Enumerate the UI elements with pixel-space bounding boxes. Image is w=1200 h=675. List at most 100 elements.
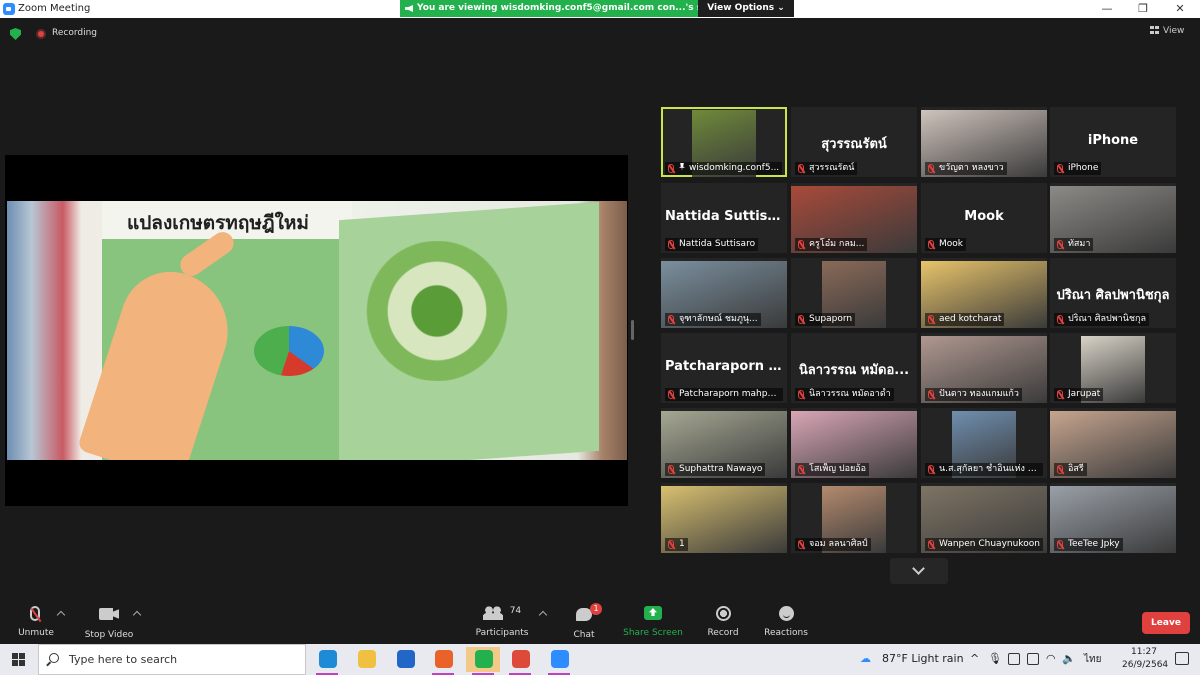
line-taskbar-button[interactable] [466,647,500,675]
muted-mic-icon [668,315,674,324]
gallery-next-page-button[interactable] [890,558,948,584]
participant-tile[interactable]: ปริณา ศิลปพานิชกุล ปริณา ศิลปพานิชกุล [1050,258,1176,328]
display-icon[interactable] [1027,653,1039,665]
share-screen-button[interactable]: Share Screen [621,606,685,638]
participant-name: Patcharaporn mahprasit [679,389,783,399]
microphone-tray-icon[interactable]: 🎙 [988,652,1002,665]
share-screen-icon [644,606,662,620]
participant-name-label: Nattida Suttisaro [665,238,759,251]
stop-video-label: Stop Video [84,630,134,640]
participant-tile[interactable]: ทัสมา [1050,183,1176,253]
muted-mic-icon [668,465,674,474]
participant-tile[interactable]: Wanpen Chuaynukoon [921,483,1047,553]
participant-name: ครูโอ๋ม กลม... [809,239,865,249]
participant-tile[interactable]: จอม ลลนาศิลป์ [791,483,917,553]
participant-name: Suphattra Nawayo [679,464,763,474]
search-icon [49,653,59,663]
participant-tile[interactable]: Patcharaporn m... Patcharaporn mahprasit [661,333,787,403]
start-button[interactable] [12,653,25,666]
participant-name-label: จุฑาลักษณ์ ชมภูนุ... [665,313,761,326]
participant-tile[interactable]: ขวัญตา หลงขาว [921,107,1047,177]
record-button[interactable]: Record [691,606,755,638]
muted-mic-icon [928,164,934,173]
volume-icon[interactable]: 🔈 [1062,652,1076,665]
participant-name: aed kotcharat [939,314,1002,324]
participant-tile[interactable]: Suphattra Nawayo [661,408,787,478]
minimize-button[interactable]: — [1097,2,1117,16]
participant-tile[interactable]: นิลาวรรณ หมัดอ... นิลาวรรณ หมัดอาด้ำ [791,333,917,403]
leave-button[interactable]: Leave [1142,612,1190,634]
security-shield-icon[interactable] [10,28,21,40]
participant-tile[interactable]: โสเพ็ญ ปอยอ้อ [791,408,917,478]
close-button[interactable]: ✕ [1170,2,1190,16]
show-hidden-icons[interactable]: ^ [970,652,979,665]
participant-name: 1 [679,539,685,549]
weather-icon[interactable]: ☁ [860,652,871,665]
reactions-button[interactable]: Reactions [754,606,818,638]
taskbar-search-input[interactable]: Type here to search [38,644,306,675]
zoom-taskbar-button[interactable] [542,647,576,675]
muted-mic-icon [928,390,934,399]
view-label: View [1163,26,1185,36]
muted-mic-icon [798,390,804,399]
participant-tile[interactable]: wisdomking.conf5... [661,107,787,177]
participant-tile[interactable]: Nattida Suttisaro Nattida Suttisaro [661,183,787,253]
chrome-taskbar-button[interactable] [503,647,537,675]
participant-tile[interactable]: TeeTee Jpky [1050,483,1176,553]
chat-button[interactable]: 1 Chat [552,603,616,640]
participant-name-label: Mook [925,238,966,251]
participant-tile[interactable]: สุวรรณรัตน์ สุวรรณรัตน์ [791,107,917,177]
muted-mic-icon [798,540,804,549]
participant-tile[interactable]: จุฑาลักษณ์ ชมภูนุ... [661,258,787,328]
participant-tile[interactable]: อิสรี [1050,408,1176,478]
maximize-button[interactable]: ❐ [1133,2,1153,16]
land-division-diagram [254,326,324,376]
participant-tile[interactable]: ปั่นดาว ทองแกมแก้ว [921,333,1047,403]
muted-mic-icon [668,164,674,173]
notifications-icon[interactable] [1175,652,1189,665]
view-options-button[interactable]: View Options ⌄ [698,0,794,17]
language-indicator[interactable]: ไทย [1084,652,1101,667]
muted-mic-icon [1057,315,1063,324]
participant-tile[interactable]: iPhone iPhone [1050,107,1176,177]
participant-tile[interactable]: น.ส.สุกัลยา ชำอินแห่ง กศน... [921,408,1047,478]
firefox-taskbar-button[interactable] [426,647,460,675]
share-screen-label: Share Screen [623,628,683,638]
meet-now-icon[interactable] [1008,653,1020,665]
firefox-icon [435,650,453,668]
muted-mic-icon [30,606,40,621]
participant-tile[interactable]: Jarupat [1050,333,1176,403]
reactions-label: Reactions [764,628,808,638]
mail-taskbar-button[interactable] [388,647,422,672]
camera-icon [99,608,119,620]
panel-splitter-handle[interactable] [631,320,634,340]
clock-time: 11:27 [1131,647,1157,657]
participants-button[interactable]: 74 Participants [470,606,534,638]
edge-taskbar-button[interactable] [310,647,344,675]
stop-video-button[interactable]: Stop Video [77,606,141,640]
participant-tile[interactable]: Supaporn [791,258,917,328]
recording-icon [36,29,46,39]
participant-name: อิสรี [1068,464,1084,474]
wifi-icon[interactable]: ◠ [1046,652,1056,665]
participant-name: ปั่นดาว ทองแกมแก้ว [939,389,1019,399]
participants-options-caret[interactable] [538,610,548,620]
participant-display-name: iPhone [1087,133,1139,148]
participant-tile[interactable]: aed kotcharat [921,258,1047,328]
taskbar-clock[interactable]: 11:27 26/9/2564 [1122,646,1168,672]
participant-name-label: Jarupat [1054,388,1104,401]
participant-name: สุวรรณรัตน์ [809,163,855,173]
file-explorer-taskbar-button[interactable] [349,647,383,672]
shared-screen[interactable]: แปลงเกษตรทฤษฎีใหม่ [5,155,628,506]
participant-name-label: โสเพ็ญ ปอยอ้อ [795,463,870,476]
weather-text[interactable]: 87°F Light rain [882,652,964,665]
participant-tile[interactable]: Mook Mook [921,183,1047,253]
participant-display-name: ปริณา ศิลปพานิชกุล [1056,288,1170,303]
muted-mic-icon [1057,465,1063,474]
participant-tile[interactable]: 1 [661,483,787,553]
view-button[interactable]: View [1150,26,1184,36]
participant-tile[interactable]: ครูโอ๋ม กลม... [791,183,917,253]
unmute-button[interactable]: Unmute [4,606,68,638]
participant-name: TeeTee Jpky [1068,539,1120,549]
participant-name: จอม ลลนาศิลป์ [809,539,868,549]
